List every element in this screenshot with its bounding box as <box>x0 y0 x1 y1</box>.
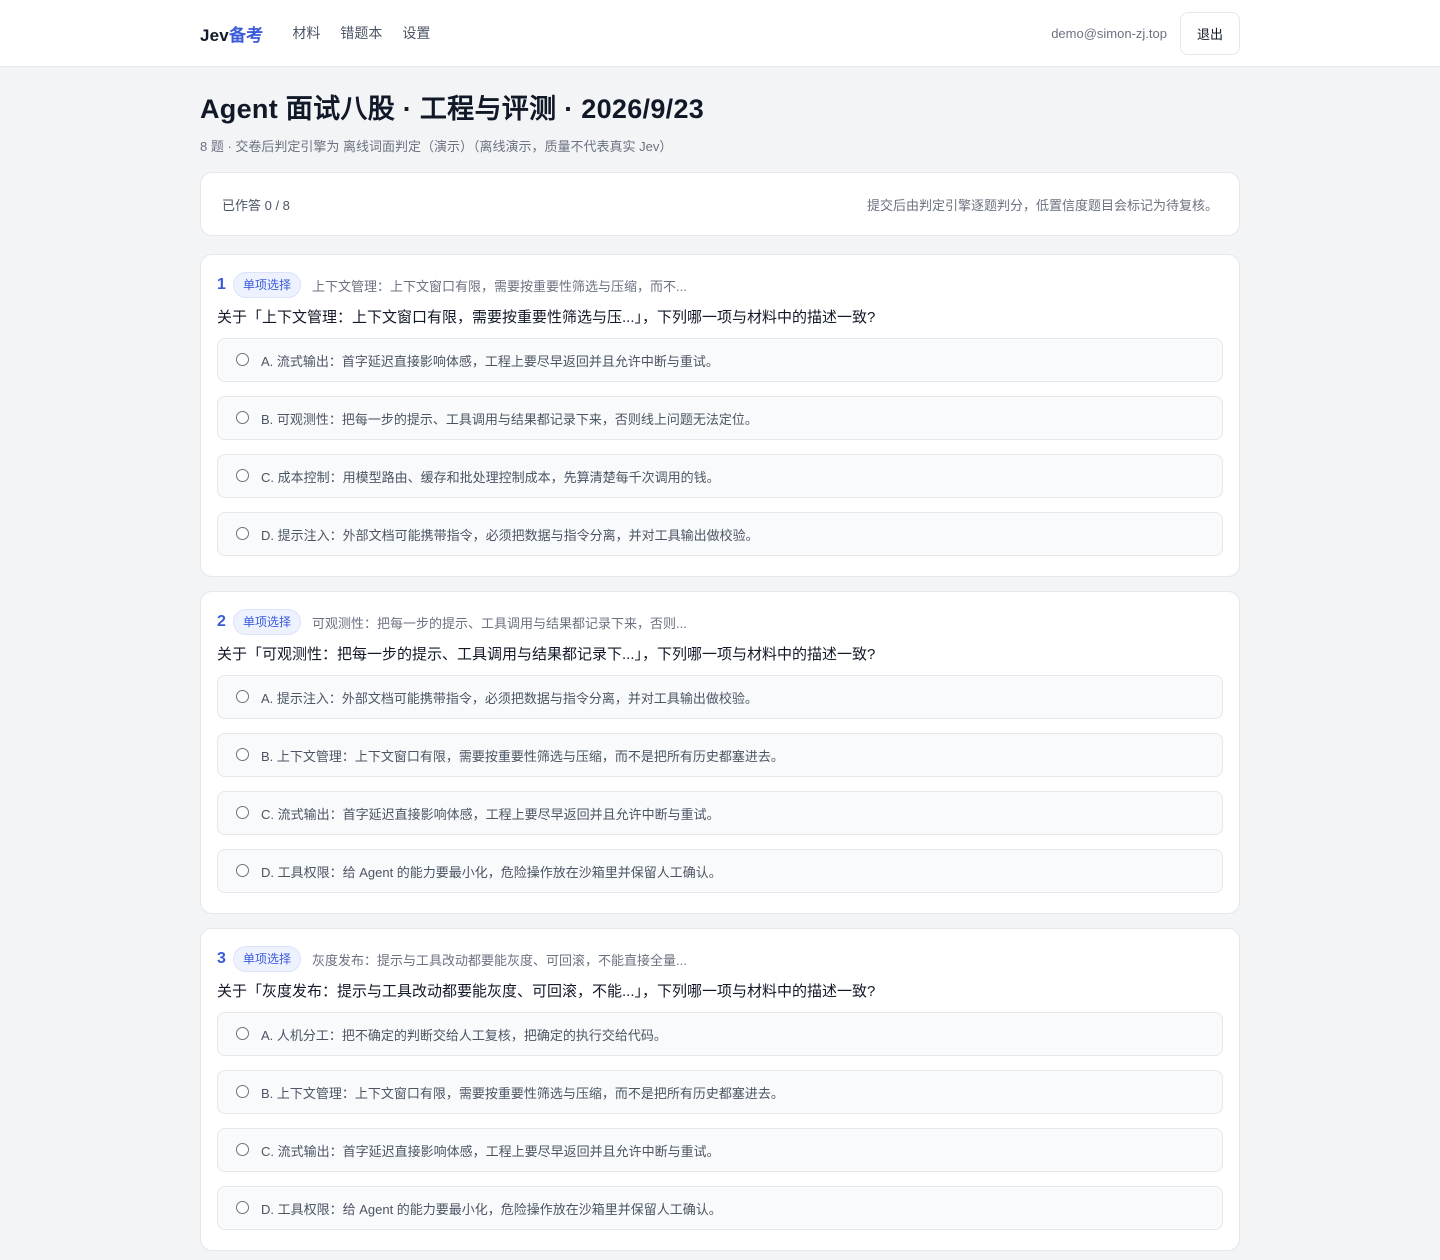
answer-option-a[interactable]: A. 流式输出：首字延迟直接影响体感，工程上要尽早返回并且允许中断与重试。 <box>217 338 1223 382</box>
question-type-badge: 单项选择 <box>233 272 302 298</box>
option-label: D. 工具权限：给 Agent 的能力要最小化，危险操作放在沙箱里并保留人工确认… <box>261 1201 722 1217</box>
radio-button[interactable] <box>236 805 249 819</box>
progress-status-card: 已作答 0 / 8 提交后由判定引擎逐题判分，低置信度题目会标记为待复核。 <box>200 172 1240 236</box>
option-label: B. 上下文管理：上下文窗口有限，需要按重要性筛选与压缩，而不是把所有历史都塞进… <box>261 748 784 764</box>
option-label: C. 流式输出：首字延迟直接影响体感，工程上要尽早返回并且允许中断与重试。 <box>261 1143 720 1159</box>
radio-button[interactable] <box>236 1200 249 1214</box>
answered-count: 已作答 0 / 8 <box>222 197 290 213</box>
question-topic: 上下文管理：上下文窗口有限，需要按重要性筛选与压缩，而不... <box>312 278 687 294</box>
page-title: Agent 面试八股 · 工程与评测 · 2026/9/23 <box>200 94 705 124</box>
answer-option-d[interactable]: D. 工具权限：给 Agent 的能力要最小化，危险操作放在沙箱里并保留人工确认… <box>217 1186 1223 1230</box>
brand-logo[interactable]: Jev备考 <box>200 21 263 46</box>
main-nav: 材料 错题本 设置 <box>292 23 430 43</box>
grading-note: 提交后由判定引擎逐题判分，低置信度题目会标记为待复核。 <box>866 197 1218 213</box>
answer-option-c[interactable]: C. 流式输出：首字延迟直接影响体感，工程上要尽早返回并且允许中断与重试。 <box>217 791 1223 835</box>
option-label: D. 工具权限：给 Agent 的能力要最小化，危险操作放在沙箱里并保留人工确认… <box>261 864 722 880</box>
question-number: 3 <box>217 950 226 967</box>
option-label: B. 上下文管理：上下文窗口有限，需要按重要性筛选与压缩，而不是把所有历史都塞进… <box>261 1085 784 1101</box>
question-text: 关于「灰度发布：提示与工具改动都要能灰度、可回滚，不能...」，下列哪一项与材料… <box>217 983 876 1000</box>
answer-option-d[interactable]: D. 提示注入：外部文档可能携带指令，必须把数据与指令分离，并对工具输出做校验。 <box>217 512 1223 556</box>
top-nav-bar: Jev备考 材料 错题本 设置 demo@simon-zj.top 退出 <box>0 0 1440 67</box>
radio-button[interactable] <box>236 468 249 482</box>
user-email: demo@simon-zj.top <box>1051 25 1167 41</box>
question-card: 3 单项选择 灰度发布：提示与工具改动都要能灰度、可回滚，不能直接全量... 关… <box>200 928 1240 1251</box>
radio-button[interactable] <box>236 410 249 424</box>
option-label: A. 提示注入：外部文档可能携带指令，必须把数据与指令分离，并对工具输出做校验。 <box>261 690 758 706</box>
answer-option-b[interactable]: B. 上下文管理：上下文窗口有限，需要按重要性筛选与压缩，而不是把所有历史都塞进… <box>217 1070 1223 1114</box>
radio-button[interactable] <box>236 689 249 703</box>
brand-prefix: Jev <box>200 25 229 45</box>
answer-option-d[interactable]: D. 工具权限：给 Agent 的能力要最小化，危险操作放在沙箱里并保留人工确认… <box>217 849 1223 893</box>
question-text: 关于「可观测性：把每一步的提示、工具调用与结果都记录下...」，下列哪一项与材料… <box>217 646 876 663</box>
answer-option-b[interactable]: B. 上下文管理：上下文窗口有限，需要按重要性筛选与压缩，而不是把所有历史都塞进… <box>217 733 1223 777</box>
radio-button[interactable] <box>236 526 249 540</box>
radio-button[interactable] <box>236 1026 249 1040</box>
answer-option-c[interactable]: C. 流式输出：首字延迟直接影响体感，工程上要尽早返回并且允许中断与重试。 <box>217 1128 1223 1172</box>
option-label: C. 流式输出：首字延迟直接影响体感，工程上要尽早返回并且允许中断与重试。 <box>261 806 720 822</box>
question-type-badge: 单项选择 <box>233 609 302 635</box>
radio-button[interactable] <box>236 863 249 877</box>
question-text: 关于「上下文管理：上下文窗口有限，需要按重要性筛选与压...」，下列哪一项与材料… <box>217 309 876 326</box>
question-topic: 灰度发布：提示与工具改动都要能灰度、可回滚，不能直接全量... <box>312 952 687 968</box>
nav-settings[interactable]: 设置 <box>402 23 430 43</box>
option-label: A. 人机分工：把不确定的判断交给人工复核，把确定的执行交给代码。 <box>261 1027 667 1043</box>
main-content: Agent 面试八股 · 工程与评测 · 2026/9/23 8 题 · 交卷后… <box>200 92 1240 1251</box>
option-label: A. 流式输出：首字延迟直接影响体感，工程上要尽早返回并且允许中断与重试。 <box>261 353 719 369</box>
radio-button[interactable] <box>236 1084 249 1098</box>
answer-option-c[interactable]: C. 成本控制：用模型路由、缓存和批处理控制成本，先算清楚每千次调用的钱。 <box>217 454 1223 498</box>
brand-accent: 备考 <box>228 25 264 45</box>
question-type-badge: 单项选择 <box>233 946 302 972</box>
answer-option-b[interactable]: B. 可观测性：把每一步的提示、工具调用与结果都记录下来，否则线上问题无法定位。 <box>217 396 1223 440</box>
answer-option-a[interactable]: A. 提示注入：外部文档可能携带指令，必须把数据与指令分离，并对工具输出做校验。 <box>217 675 1223 719</box>
option-label: C. 成本控制：用模型路由、缓存和批处理控制成本，先算清楚每千次调用的钱。 <box>261 469 720 485</box>
logout-button[interactable]: 退出 <box>1180 11 1240 55</box>
nav-mistake-book[interactable]: 错题本 <box>340 23 382 43</box>
option-label: D. 提示注入：外部文档可能携带指令，必须把数据与指令分离，并对工具输出做校验。 <box>261 527 759 543</box>
question-card: 1 单项选择 上下文管理：上下文窗口有限，需要按重要性筛选与压缩，而不... 关… <box>200 254 1240 577</box>
radio-button[interactable] <box>236 1142 249 1156</box>
question-number: 1 <box>217 276 226 293</box>
radio-button[interactable] <box>236 747 249 761</box>
question-list: 1 单项选择 上下文管理：上下文窗口有限，需要按重要性筛选与压缩，而不... 关… <box>200 254 1240 1251</box>
answer-option-a[interactable]: A. 人机分工：把不确定的判断交给人工复核，把确定的执行交给代码。 <box>217 1012 1223 1056</box>
option-label: B. 可观测性：把每一步的提示、工具调用与结果都记录下来，否则线上问题无法定位。 <box>261 411 758 427</box>
question-number: 2 <box>217 613 226 630</box>
page-subtitle: 8 题 · 交卷后判定引擎为 离线词面判定（演示）（离线演示，质量不代表真实 J… <box>200 139 673 154</box>
question-card: 2 单项选择 可观测性：把每一步的提示、工具调用与结果都记录下来，否则... 关… <box>200 591 1240 914</box>
nav-materials[interactable]: 材料 <box>292 23 320 43</box>
radio-button[interactable] <box>236 352 249 366</box>
question-topic: 可观测性：把每一步的提示、工具调用与结果都记录下来，否则... <box>312 615 687 631</box>
